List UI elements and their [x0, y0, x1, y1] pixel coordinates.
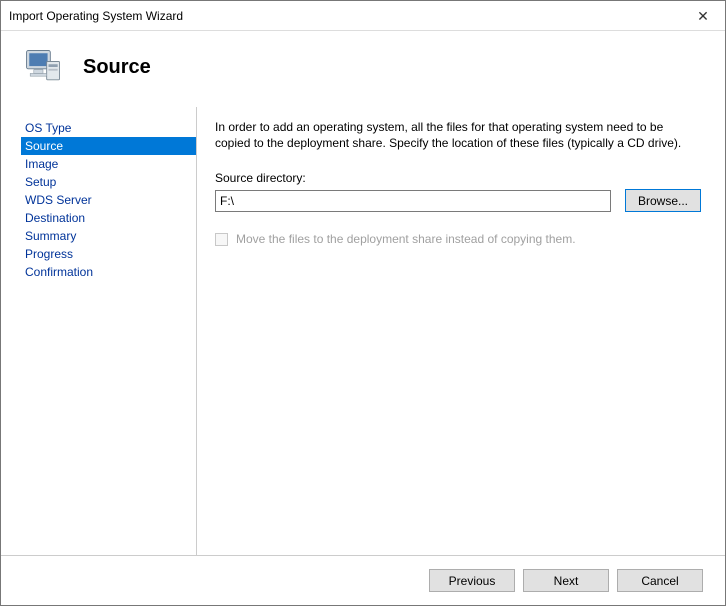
previous-button[interactable]: Previous [429, 569, 515, 592]
computer-icon [21, 45, 65, 89]
wizard-main: In order to add an operating system, all… [196, 107, 705, 555]
browse-button[interactable]: Browse... [625, 189, 701, 212]
window-title: Import Operating System Wizard [9, 9, 681, 23]
wizard-footer: Previous Next Cancel [1, 555, 725, 605]
titlebar: Import Operating System Wizard ✕ [1, 1, 725, 31]
move-files-checkbox [215, 233, 228, 246]
move-files-row: Move the files to the deployment share i… [215, 232, 701, 246]
next-button[interactable]: Next [523, 569, 609, 592]
wizard-body: OS Type Source Image Setup WDS Server De… [1, 107, 725, 555]
page-title: Source [83, 56, 151, 79]
cancel-button[interactable]: Cancel [617, 569, 703, 592]
step-image[interactable]: Image [21, 155, 196, 173]
source-directory-input[interactable] [215, 190, 611, 212]
move-files-label: Move the files to the deployment share i… [236, 232, 576, 246]
wizard-header: Source [1, 31, 725, 107]
step-wds-server[interactable]: WDS Server [21, 191, 196, 209]
step-summary[interactable]: Summary [21, 227, 196, 245]
close-icon[interactable]: ✕ [681, 1, 725, 31]
step-progress[interactable]: Progress [21, 245, 196, 263]
source-directory-label: Source directory: [215, 171, 701, 185]
wizard-steps: OS Type Source Image Setup WDS Server De… [21, 107, 196, 555]
instructions-text: In order to add an operating system, all… [215, 119, 701, 151]
step-setup[interactable]: Setup [21, 173, 196, 191]
step-os-type[interactable]: OS Type [21, 119, 196, 137]
source-directory-row: Browse... [215, 189, 701, 212]
step-destination[interactable]: Destination [21, 209, 196, 227]
step-confirmation[interactable]: Confirmation [21, 263, 196, 281]
step-source[interactable]: Source [21, 137, 196, 155]
